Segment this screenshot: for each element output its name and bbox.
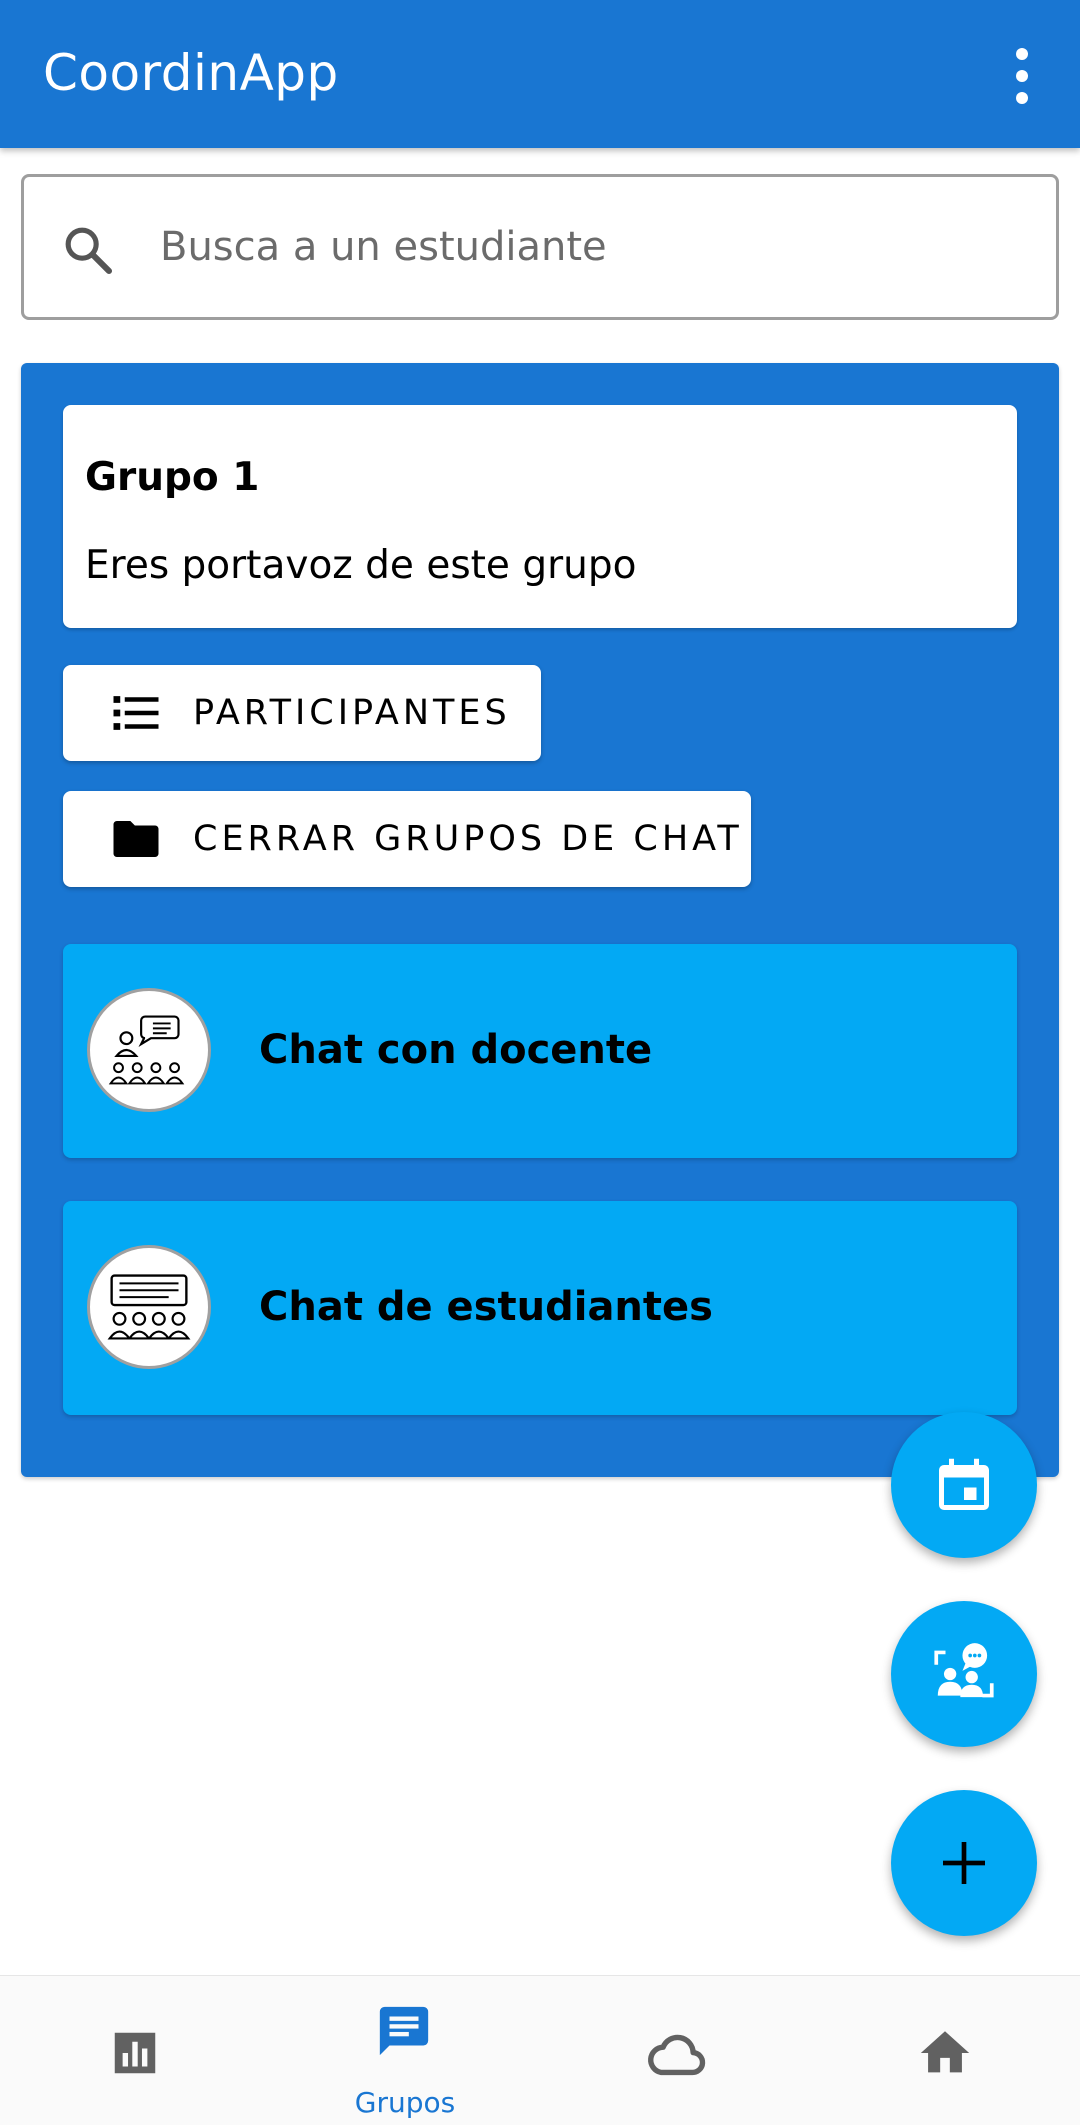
nav-item-stats[interactable] [0, 1976, 270, 2125]
cloud-icon [648, 2034, 706, 2076]
teacher-class-icon [87, 988, 211, 1112]
nav-item-groups[interactable]: Grupos [270, 1976, 540, 2125]
participants-button[interactable]: PARTICIPANTES [63, 665, 541, 761]
app-bar: CoordinApp [0, 0, 1080, 148]
nav-item-cloud[interactable] [540, 1976, 810, 2125]
close-chat-groups-label: CERRAR GRUPOS DE CHAT [193, 819, 743, 859]
search-box[interactable] [21, 174, 1059, 320]
chat-icon [379, 2006, 429, 2056]
calendar-icon [939, 1458, 989, 1510]
nav-item-home[interactable] [810, 1976, 1080, 2125]
add-group-fab[interactable] [891, 1790, 1037, 1936]
students-class-icon [87, 1245, 211, 1369]
bar-chart-icon [114, 2032, 156, 2074]
nav-label-groups: Grupos [354, 2086, 456, 2119]
teacher-chat-label: Chat con docente [259, 1027, 653, 1073]
menu-dot [1016, 48, 1028, 60]
bottom-navigation: Grupos [0, 1975, 1080, 2125]
search-input[interactable] [160, 207, 1020, 287]
home-icon [920, 2031, 970, 2073]
list-icon [113, 696, 159, 730]
close-chat-groups-button[interactable]: CERRAR GRUPOS DE CHAT [63, 791, 751, 887]
app-title: CoordinApp [43, 44, 339, 102]
group-panel: Grupo 1 Eres portavoz de este grupo PART… [21, 363, 1059, 1477]
group-role-text: Eres portavoz de este grupo [85, 543, 637, 588]
menu-dot [1016, 92, 1028, 104]
participants-label: PARTICIPANTES [193, 693, 511, 733]
meeting-chat-fab[interactable] [891, 1601, 1037, 1747]
search-icon [65, 227, 113, 275]
group-title: Grupo 1 [85, 455, 260, 500]
menu-dot [1016, 70, 1028, 82]
overflow-menu-icon[interactable] [1004, 48, 1040, 104]
teacher-chat-card[interactable]: Chat con docente [63, 944, 1017, 1158]
add-icon [943, 1842, 985, 1884]
group-info-card: Grupo 1 Eres portavoz de este grupo [63, 405, 1017, 628]
students-chat-label: Chat de estudiantes [259, 1284, 713, 1330]
students-chat-card[interactable]: Chat de estudiantes [63, 1201, 1017, 1415]
meeting-chat-icon [934, 1643, 994, 1698]
folder-icon [113, 821, 159, 857]
calendar-fab[interactable] [891, 1412, 1037, 1558]
